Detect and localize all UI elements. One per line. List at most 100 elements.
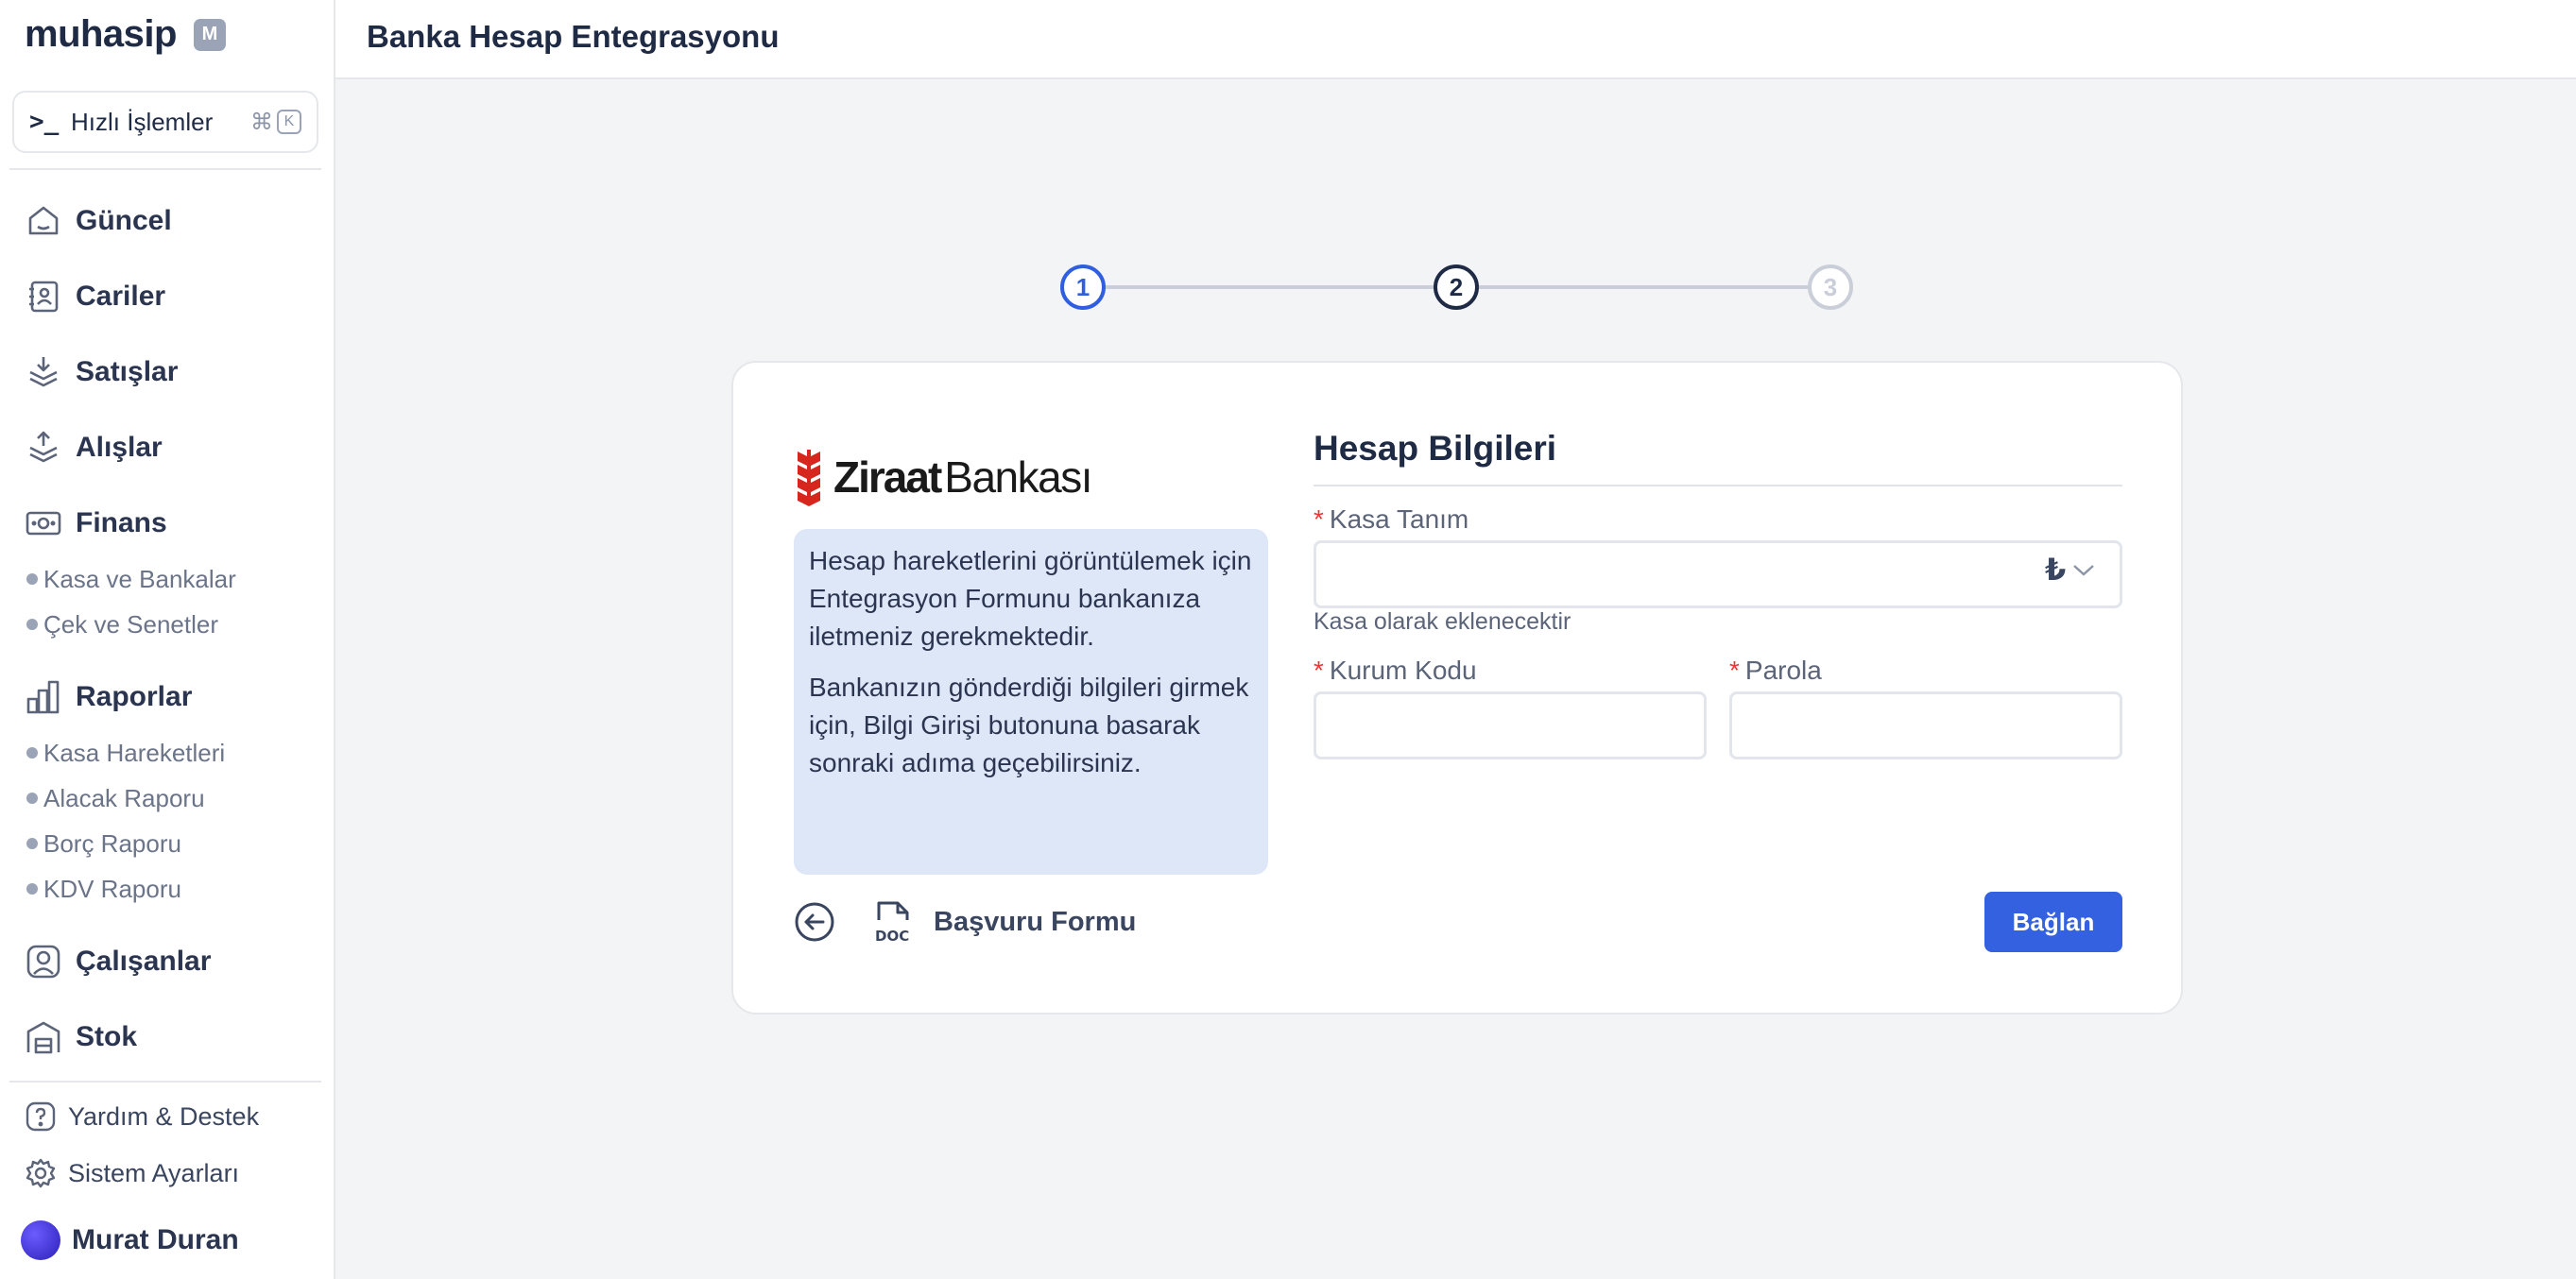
sales-download-icon [29, 357, 58, 387]
info-box: Hesap hareketlerini görüntülemek için En… [794, 529, 1268, 875]
sidebar-subitem-label: Kasa ve Bankalar [43, 564, 236, 593]
help-icon [26, 1101, 56, 1132]
system-settings-label: Sistem Ayarları [68, 1158, 240, 1187]
system-settings-link[interactable]: Sistem Ayarları [25, 1154, 239, 1192]
sidebar-subitem-label: Çek ve Senetler [43, 609, 218, 639]
form-divider [1314, 485, 2122, 486]
sidebar-subitem-checks[interactable]: Çek ve Senetler [26, 608, 218, 640]
sidebar-subitem-cash-movements[interactable]: Kasa Hareketleri [26, 737, 225, 769]
lira-icon: ₺ [2045, 553, 2067, 587]
shortcut-hint: ⌘ K [250, 109, 301, 136]
svg-text:DOC: DOC [875, 928, 909, 945]
plan-badge: M [193, 18, 226, 51]
purchases-upload-icon [29, 431, 58, 463]
sidebar-item-stock[interactable]: Stok [25, 1015, 137, 1060]
command-key-icon: ⌘ [250, 109, 273, 135]
help-support-link[interactable]: Yardım & Destek [25, 1098, 259, 1135]
bank-name-light: Bankası [944, 452, 1092, 502]
user-badge-icon [26, 945, 60, 979]
parola-label: * Parola [1729, 656, 1822, 686]
sidebar-divider [9, 168, 321, 170]
bank-logo: Ziraat Bankası [794, 448, 1092, 506]
help-support-label: Yardım & Destek [68, 1101, 260, 1131]
kasa-label-text: Kasa Tanım [1329, 504, 1469, 534]
sidebar-item-label: Satışlar [76, 356, 179, 387]
sidebar-divider [9, 1081, 321, 1083]
application-form-link[interactable]: DOC Başvuru Formu [873, 899, 1136, 945]
page-title: Banka Hesap Entegrasyonu [367, 19, 780, 54]
sidebar-item-sales[interactable]: Satışlar [25, 350, 178, 395]
kasa-label: * Kasa Tanım [1314, 504, 1468, 535]
sidebar-subitem-label: Kasa Hareketleri [43, 738, 226, 767]
shortcut-key: K [277, 110, 301, 134]
sidebar-item-accounts[interactable]: Cariler [25, 274, 165, 319]
application-form-label: Başvuru Formu [934, 906, 1137, 937]
bank-name-bold: Ziraat [833, 452, 942, 502]
back-arrow-icon[interactable] [794, 901, 835, 943]
required-mark: * [1729, 656, 1740, 685]
sidebar-subitem-cash-banks[interactable]: Kasa ve Bankalar [26, 563, 236, 595]
sidebar-item-label: Raporlar [76, 681, 193, 712]
bullet-icon [26, 838, 38, 849]
sidebar-item-employees[interactable]: Çalışanlar [25, 939, 211, 984]
kurum-label: * Kurum Kodu [1314, 656, 1477, 686]
sidebar-subitem-label: KDV Raporu [43, 874, 181, 903]
doc-file-icon: DOC [875, 901, 909, 945]
step-3: 3 [1808, 264, 1853, 310]
sidebar: muhasip M >_ Hızlı İşlemler ⌘ K Güncel C… [0, 0, 335, 1279]
sidebar-subitem-receivables[interactable]: Alacak Raporu [26, 782, 205, 814]
sidebar-item-label: Alışlar [76, 432, 163, 463]
required-mark: * [1314, 656, 1324, 685]
info-text-2: Bankanızın gönderdiği bilgileri girmek i… [809, 673, 1249, 777]
bullet-icon [26, 883, 38, 895]
user-name: Murat Duran [72, 1224, 239, 1255]
sidebar-item-label: Çalışanlar [76, 946, 212, 977]
quick-actions-label: Hızlı İşlemler [71, 107, 214, 136]
sidebar-item-reports[interactable]: Raporlar [25, 674, 192, 720]
warehouse-icon [26, 1021, 60, 1054]
stepper-connector [1106, 285, 1434, 289]
app-logo[interactable]: muhasip M [25, 13, 226, 56]
money-icon [26, 511, 61, 536]
required-mark: * [1314, 504, 1324, 534]
step-2[interactable]: 2 [1434, 264, 1479, 310]
connect-button[interactable]: Bağlan [1984, 892, 2122, 952]
sidebar-item-label: Stok [76, 1021, 138, 1052]
chevron-down-icon [2073, 565, 2095, 576]
user-profile[interactable]: Murat Duran [21, 1220, 239, 1260]
password-input[interactable] [1729, 691, 2122, 759]
app-logo-text: muhasip [25, 13, 177, 55]
sidebar-item-purchases[interactable]: Alışlar [25, 425, 163, 470]
sidebar-subitem-label: Alacak Raporu [43, 783, 205, 812]
sidebar-item-label: Güncel [76, 205, 172, 236]
sidebar-subitem-payables[interactable]: Borç Raporu [26, 827, 181, 860]
bullet-icon [26, 793, 38, 804]
avatar [21, 1220, 60, 1260]
top-bar: Banka Hesap Entegrasyonu [335, 0, 2576, 79]
kasa-select-adornment[interactable]: ₺ [2045, 552, 2096, 588]
form-title: Hesap Bilgileri [1314, 429, 1557, 468]
quick-actions-button[interactable]: >_ Hızlı İşlemler ⌘ K [12, 91, 318, 153]
sidebar-item-current[interactable]: Güncel [25, 198, 172, 244]
bank-integration-card: Ziraat Bankası Hesap hareketlerini görün… [731, 361, 2183, 1015]
kasa-select[interactable] [1314, 540, 2122, 608]
sidebar-item-label: Cariler [76, 281, 166, 312]
step-1[interactable]: 1 [1060, 264, 1106, 310]
gear-icon [26, 1158, 56, 1188]
kurum-label-text: Kurum Kodu [1329, 656, 1477, 685]
info-text-1: Hesap hareketlerini görüntülemek için En… [809, 546, 1252, 651]
kasa-helper-text: Kasa olarak eklenecektir [1314, 608, 1571, 635]
parola-label-text: Parola [1744, 656, 1822, 685]
bar-chart-icon [26, 680, 60, 714]
sidebar-item-label: Finans [76, 507, 167, 538]
wheat-logo-icon [798, 450, 820, 506]
contacts-icon [29, 281, 59, 313]
stepper-connector [1479, 285, 1808, 289]
bullet-icon [26, 619, 38, 630]
sidebar-item-finance[interactable]: Finans [25, 501, 167, 546]
terminal-icon: >_ [29, 108, 60, 136]
sidebar-subitem-vat[interactable]: KDV Raporu [26, 873, 181, 905]
kurum-code-input[interactable] [1314, 691, 1707, 759]
bullet-icon [26, 573, 38, 585]
bullet-icon [26, 747, 38, 759]
